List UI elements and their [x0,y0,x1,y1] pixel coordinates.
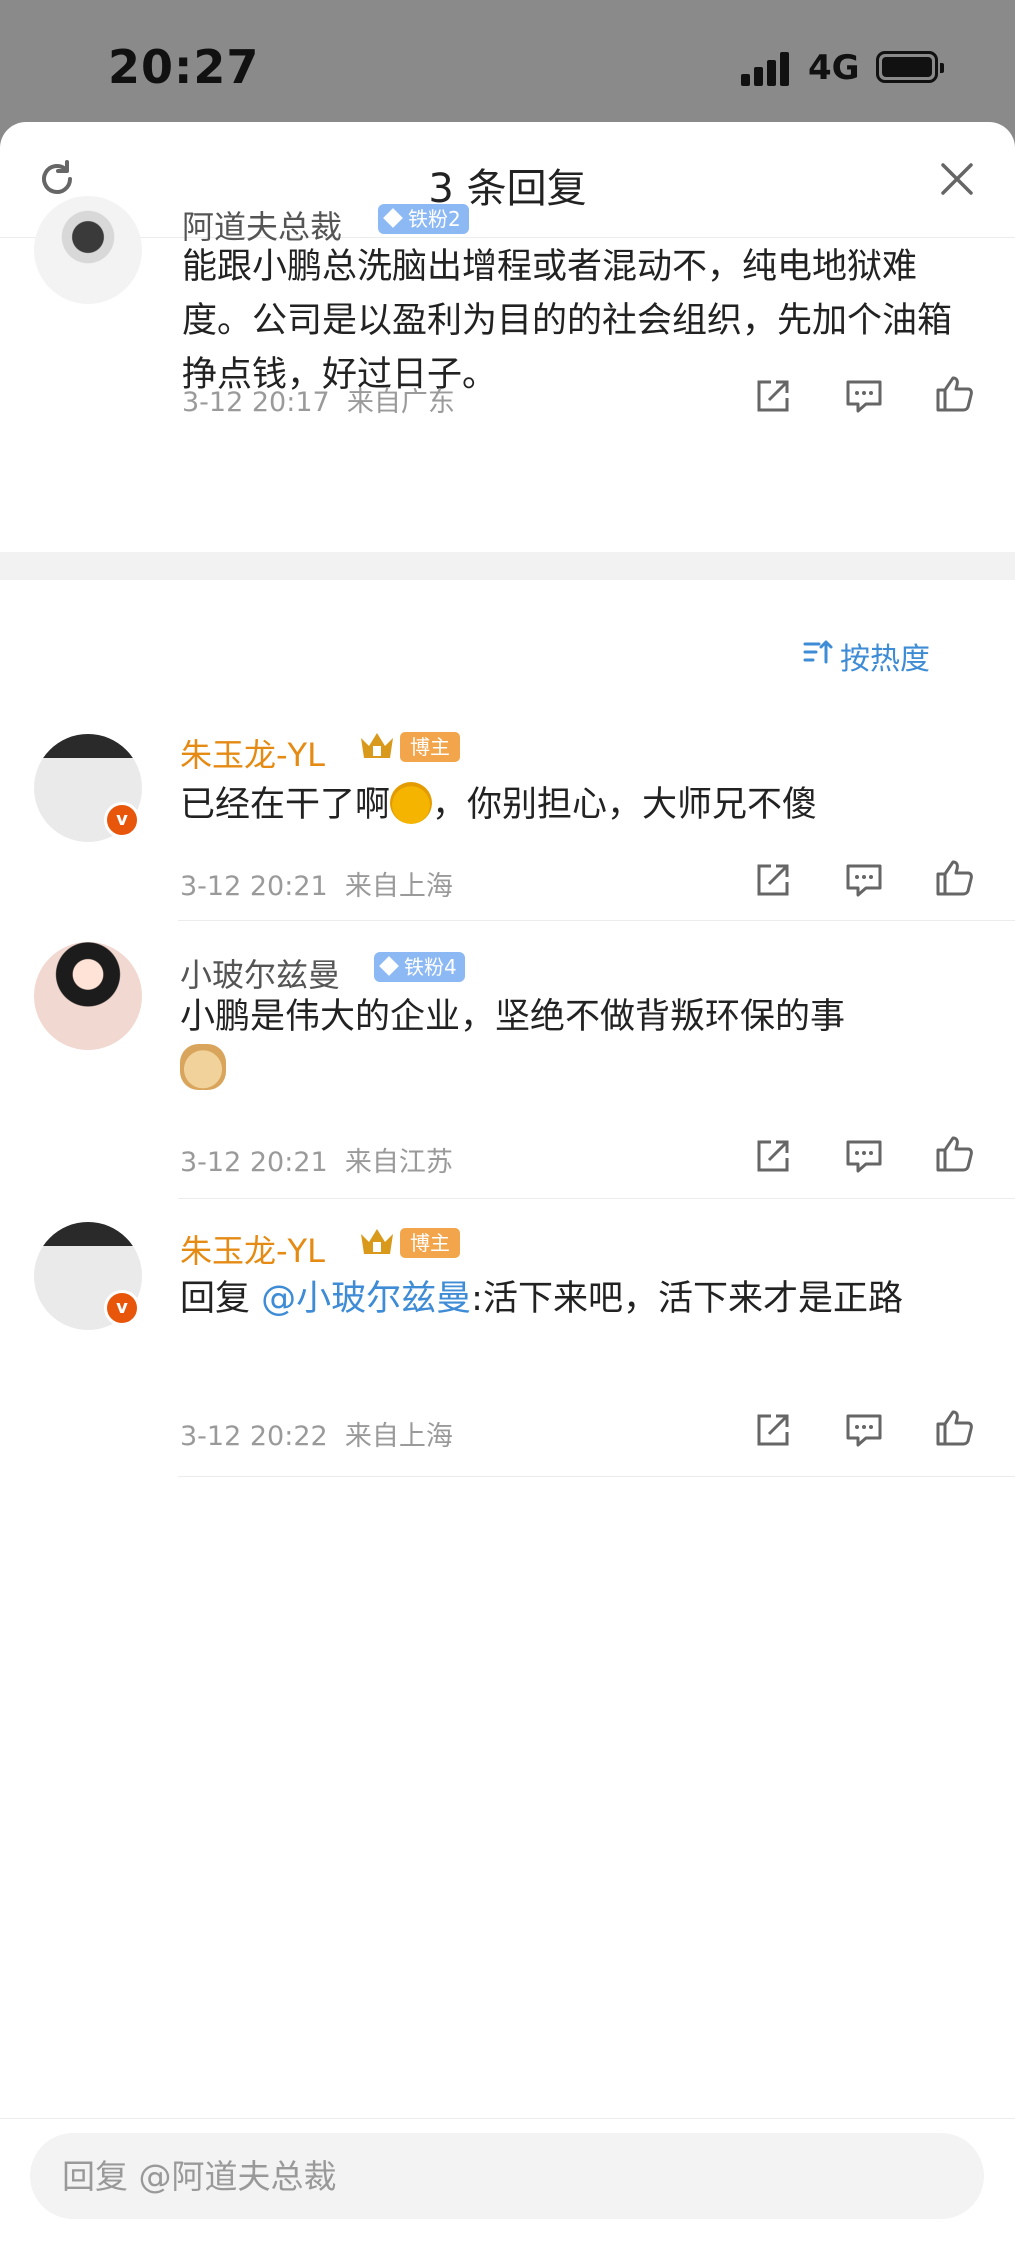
battery-icon [876,51,944,83]
reply-text: 回复 @小玻尔兹曼:活下来吧，活下来才是正路 [180,1272,960,1326]
diamond-icon [383,208,403,228]
reply-text-part: 小鹏是伟大的企业，坚绝不做背叛环保的事 [180,997,846,1037]
comment-icon[interactable] [844,1136,884,1176]
close-icon[interactable] [938,160,976,198]
comment-icon[interactable] [844,1410,884,1450]
like-icon[interactable] [934,374,974,414]
like-icon[interactable] [934,1408,974,1448]
share-icon[interactable] [753,1136,793,1176]
sort-icon [803,640,833,664]
mention-link[interactable]: @小玻尔兹曼 [261,1279,471,1319]
like-icon[interactable] [934,1134,974,1174]
share-icon[interactable] [753,376,793,416]
reply-location: 来自上海 [344,871,453,902]
reply-location: 来自上海 [344,1421,453,1452]
fan-badge: 铁粉4 [374,952,465,982]
reply-location: 来自江苏 [344,1147,453,1178]
sort-button[interactable]: 按热度 [803,634,930,678]
divider [178,1198,1015,1199]
comment-location: 来自广东 [346,387,455,418]
status-time: 20:27 [108,40,260,94]
verified-icon: v [104,802,140,838]
reply-author[interactable]: 朱玉龙-YL [180,1226,325,1272]
comment-icon[interactable] [844,376,884,416]
reply-text-part: :活下来吧，活下来才是正路 [471,1279,903,1319]
laughing-emoji-icon [390,782,433,824]
reply-input[interactable] [30,2133,984,2219]
replies-sheet: 3 条回复 阿道夫总裁 铁粉2 能跟小鹏总洗脑出增程或者混动不，纯电地狱难度。公… [0,122,1015,2247]
sheet-header: 3 条回复 [0,122,1015,238]
fan-badge: 铁粉2 [378,204,469,234]
reply-text-part: ，你别担心，大师兄不傻 [432,785,818,825]
like-icon[interactable] [934,858,974,898]
reply-text: 小鹏是伟大的企业，坚绝不做背叛环保的事 [180,990,980,1098]
host-badge: 博主 [400,1228,460,1258]
avatar[interactable] [34,942,142,1050]
status-bar: 20:27 4G [0,0,1015,130]
signal-icon [741,52,791,86]
sort-label: 按热度 [840,642,930,677]
sheet-title: 3 条回复 [428,166,587,212]
crown-icon [361,733,393,758]
reply-time: 3-12 20:21 [180,871,328,902]
reply-meta: 3-12 20:22 来自上海 [180,1414,453,1453]
avatar[interactable] [34,196,142,304]
reply-time: 3-12 20:21 [180,1147,328,1178]
section-gap [0,552,1015,580]
reply-footer [0,2118,1015,2247]
reply-text-part: 已经在干了啊 [180,785,391,825]
host-badge: 博主 [400,732,460,762]
verified-icon: v [104,1290,140,1326]
reply-meta: 3-12 20:21 来自江苏 [180,1140,453,1179]
reply-time: 3-12 20:22 [180,1421,328,1452]
reply-text: 已经在干了啊 ，你别担心，大师兄不傻 [180,778,980,832]
comment-icon[interactable] [844,860,884,900]
comment-time: 3-12 20:17 [182,387,330,418]
reply-prefix: 回复 [180,1279,262,1319]
reply-author[interactable]: 朱玉龙-YL [180,730,325,776]
doge-emoji-icon [180,1044,226,1090]
fan-badge-label: 铁粉4 [404,955,457,979]
divider [178,1476,1015,1477]
crown-icon [361,1229,393,1254]
network-type: 4G [808,48,860,88]
divider [178,920,1015,921]
share-icon[interactable] [753,1410,793,1450]
diamond-icon [379,956,399,976]
reply-meta: 3-12 20:21 来自上海 [180,864,453,903]
share-icon[interactable] [753,860,793,900]
fan-badge-label: 铁粉2 [408,207,461,231]
comment-meta: 3-12 20:17 来自广东 [182,380,455,419]
